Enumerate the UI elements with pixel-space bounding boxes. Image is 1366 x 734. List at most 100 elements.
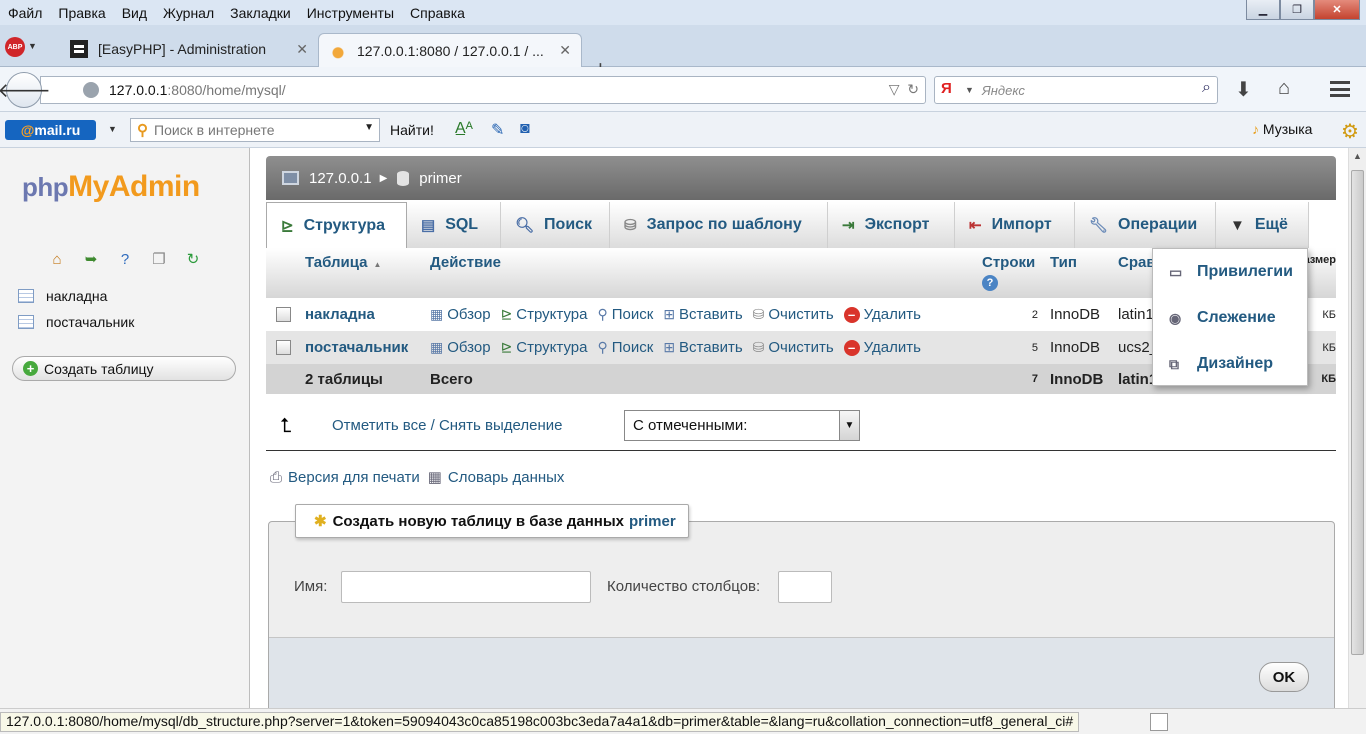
columns-count-input[interactable]	[778, 571, 832, 603]
horizontal-scrollbar[interactable]	[1150, 713, 1168, 731]
search-input[interactable]: Я ▼ Яндекс ⌕	[934, 76, 1218, 104]
font-size-icon[interactable]: A̲ᴬ	[455, 120, 473, 138]
search-icon: ⚲	[597, 339, 608, 355]
download-icon[interactable]: ⬇	[1235, 77, 1252, 102]
tab-more[interactable]: ▼ Ещё	[1216, 202, 1309, 248]
menu-icon[interactable]	[1330, 81, 1350, 97]
close-tab-icon[interactable]: ✕	[296, 41, 308, 58]
url-host: 127.0.0.1	[109, 82, 168, 98]
check-all-link[interactable]: Отметить все / Снять выделение	[332, 417, 562, 434]
structure-action[interactable]: ⊵ Структура	[501, 339, 588, 356]
structure-action[interactable]: ⊵ Структура	[501, 306, 588, 323]
menu-item-designer[interactable]: ⧉ Дизайнер	[1153, 341, 1307, 387]
print-view-link[interactable]: Версия для печати	[288, 469, 420, 486]
mailru-logo[interactable]: @ mail.ru	[5, 120, 96, 140]
back-button[interactable]: 🡐	[0, 72, 51, 108]
reload-icon[interactable]: ↻	[182, 248, 204, 270]
chevron-down-icon[interactable]: ▼	[108, 124, 117, 134]
mailru-search-input[interactable]: ⚲ Поиск в интернете ▼	[130, 118, 380, 142]
menu-view[interactable]: Вид	[114, 5, 155, 21]
minimize-icon[interactable]: ▁	[1246, 0, 1280, 20]
table-name-input[interactable]	[341, 571, 591, 603]
window-controls: ▁ ❐ ✕	[1246, 0, 1360, 20]
search-icon[interactable]: ⌕	[1202, 79, 1211, 97]
menu-edit[interactable]: Правка	[50, 5, 113, 21]
header-type[interactable]: Тип	[1044, 254, 1112, 271]
menu-history[interactable]: Журнал	[155, 5, 222, 21]
insert-action[interactable]: ⊞ Вставить	[663, 339, 742, 356]
gear-icon[interactable]: ⚙	[1341, 119, 1359, 144]
ok-button[interactable]: OK	[1259, 662, 1309, 692]
search-action[interactable]: ⚲ Поиск	[597, 306, 653, 323]
tab-operations[interactable]: 🔧︎ Операции	[1075, 202, 1216, 248]
insert-action[interactable]: ⊞ Вставить	[663, 306, 742, 323]
browser-tab-phpmyadmin[interactable]: 127.0.0.1:8080 / 127.0.0.1 / ... ✕	[318, 33, 582, 67]
menu-help[interactable]: Справка	[402, 5, 473, 21]
find-button[interactable]: Найти!	[390, 122, 434, 138]
close-tab-icon[interactable]: ✕	[559, 42, 571, 59]
tab-structure[interactable]: ⊵ Структура	[266, 202, 407, 248]
add-icon: +	[23, 361, 38, 376]
help-icon[interactable]: ?	[982, 275, 998, 291]
chevron-down-icon[interactable]: ▼	[839, 411, 859, 440]
highlighter-icon[interactable]: ✎	[491, 120, 504, 140]
table-name-link[interactable]: накладна	[305, 306, 375, 323]
docs-icon[interactable]: ❐	[148, 248, 170, 270]
home-icon[interactable]: ⌂	[1278, 77, 1290, 100]
tab-sql[interactable]: ▤ SQL	[407, 202, 501, 248]
home-icon[interactable]: ⌂	[46, 248, 68, 270]
music-button[interactable]: ♪ Музыка	[1252, 121, 1312, 137]
help-icon[interactable]: ?	[114, 248, 136, 270]
menu-bar: Файл Правка Вид Журнал Закладки Инструме…	[0, 0, 1366, 25]
chevron-down-icon[interactable]: ▽	[889, 81, 900, 97]
breadcrumb-database[interactable]: primer	[419, 170, 462, 187]
row-checkbox[interactable]	[275, 340, 291, 355]
menu-bookmarks[interactable]: Закладки	[222, 5, 299, 21]
screenshot-icon[interactable]: ◙	[520, 120, 530, 138]
action-label: Обзор	[447, 306, 491, 323]
browser-tab-easyphp[interactable]: [EasyPHP] - Administration ✕	[60, 32, 318, 66]
vertical-scrollbar[interactable]: ▲	[1348, 148, 1366, 708]
exit-icon[interactable]: ➥	[80, 248, 102, 270]
structure-icon: ⊵	[281, 217, 294, 235]
chevron-down-icon[interactable]: ▼	[28, 41, 37, 51]
sidebar-item-table[interactable]: постачальник	[18, 314, 134, 330]
tab-import[interactable]: ⇤ Импорт	[955, 202, 1075, 248]
header-table[interactable]: Таблица ▲	[300, 254, 422, 271]
restore-icon[interactable]: ❐	[1280, 0, 1314, 20]
url-bar[interactable]: 127.0.0.1:8080/home/mysql/ ▽ ↻	[40, 76, 926, 104]
browse-action[interactable]: ▦ Обзор	[430, 306, 491, 323]
create-table-button[interactable]: + Создать таблицу	[12, 356, 236, 381]
query-icon: ⛁	[624, 217, 637, 234]
header-rows[interactable]: Строки?	[976, 254, 1044, 291]
data-dictionary-link[interactable]: Словарь данных	[448, 469, 565, 486]
drop-action[interactable]: – Удалить	[843, 339, 921, 356]
menu-item-tracking[interactable]: ◉ Слежение	[1153, 295, 1307, 341]
arrow-up-icon: ⮤	[280, 415, 292, 437]
with-selected-select[interactable]: С отмеченными: ▼	[624, 410, 860, 441]
chevron-down-icon[interactable]: ▼	[965, 85, 974, 95]
phpmyadmin-logo[interactable]: phpMyAdmin	[22, 170, 200, 204]
scroll-thumb[interactable]	[1351, 170, 1364, 655]
menu-item-privileges[interactable]: ▭ Привилегии	[1153, 249, 1307, 295]
empty-action[interactable]: ⛁ Очистить	[753, 339, 834, 356]
reload-icon[interactable]: ↻	[907, 81, 919, 97]
sidebar-item-table[interactable]: накладна	[18, 288, 107, 304]
breadcrumb-server[interactable]: 127.0.0.1	[309, 170, 372, 187]
menu-file[interactable]: Файл	[0, 5, 50, 21]
tab-export[interactable]: ⇥ Экспорт	[828, 202, 955, 248]
table-name-link[interactable]: постачальник	[305, 339, 408, 356]
tab-query[interactable]: ⛁ Запрос по шаблону	[610, 202, 828, 248]
adblock-icon[interactable]: ABP	[5, 37, 25, 57]
tab-search[interactable]: 🔍︎ Поиск	[501, 202, 610, 248]
row-checkbox[interactable]	[275, 307, 291, 322]
scroll-up-icon[interactable]: ▲	[1353, 151, 1362, 161]
chevron-down-icon[interactable]: ▼	[364, 122, 374, 133]
menu-tools[interactable]: Инструменты	[299, 5, 402, 21]
close-icon[interactable]: ✕	[1314, 0, 1360, 20]
browse-action[interactable]: ▦ Обзор	[430, 339, 491, 356]
empty-action[interactable]: ⛁ Очистить	[753, 306, 834, 323]
table-icon	[18, 289, 34, 303]
search-action[interactable]: ⚲ Поиск	[597, 339, 653, 356]
drop-action[interactable]: – Удалить	[843, 306, 921, 323]
